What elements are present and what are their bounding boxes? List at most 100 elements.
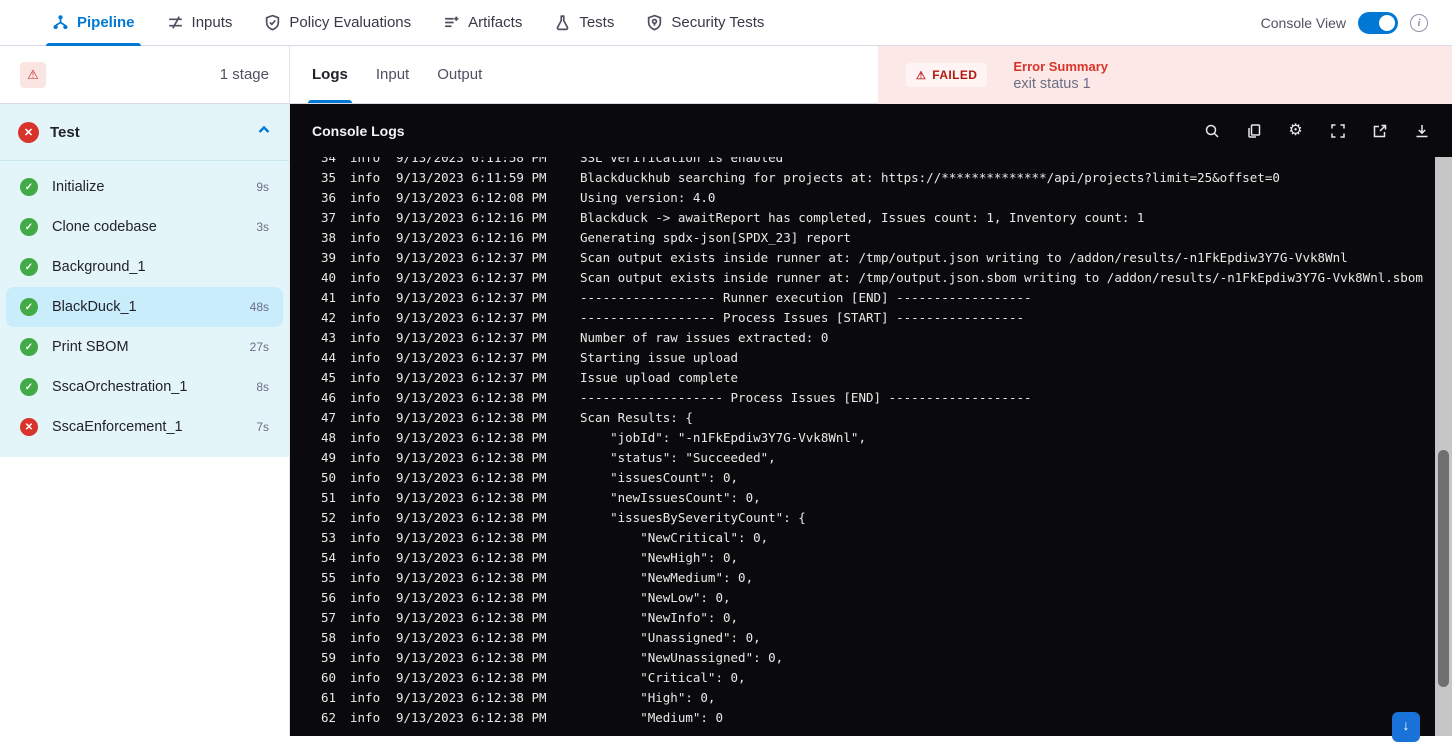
console-title: Console Logs [312,123,405,139]
log-line: 49 info 9/13/2023 6:12:38 PM "status": "… [290,447,1435,467]
step-status-icon [20,258,38,276]
log-line: 58 info 9/13/2023 6:12:38 PM "Unassigned… [290,627,1435,647]
log-timestamp: 9/13/2023 6:12:38 PM [396,530,556,545]
step-status-icon [20,338,38,356]
log-line: 37 info 9/13/2023 6:12:16 PM Blackduck -… [290,207,1435,227]
log-message: "NewUnassigned": 0, [580,650,783,665]
fullscreen-icon[interactable] [1329,122,1346,139]
log-line: 48 info 9/13/2023 6:12:38 PM "jobId": "-… [290,427,1435,447]
stage-name: Test [50,124,80,141]
step-row[interactable]: Initialize 9s [6,167,283,207]
log-line: 56 info 9/13/2023 6:12:38 PM "NewLow": 0… [290,587,1435,607]
log-level: info [350,230,380,245]
tab-policy-evaluations[interactable]: Policy Evaluations [264,0,411,46]
stage-count: 1 stage [220,66,269,83]
step-name: Clone codebase [52,219,157,235]
console-scrollbar[interactable] [1435,157,1452,736]
log-line: 59 info 9/13/2023 6:12:38 PM "NewUnassig… [290,647,1435,667]
warning-triangle-icon: ⚠ [916,69,926,82]
stage-summary-bar: ⚠ 1 stage [0,46,289,104]
log-level: info [350,490,380,505]
log-line: 55 info 9/13/2023 6:12:38 PM "NewMedium"… [290,567,1435,587]
step-name: BlackDuck_1 [52,299,137,315]
log-timestamp: 9/13/2023 6:12:38 PM [396,490,556,505]
log-level: info [350,210,380,225]
log-line-number: 52 [290,510,336,525]
log-timestamp: 9/13/2023 6:12:38 PM [396,690,556,705]
log-list: 34 info 9/13/2023 6:11:58 PM SSL verific… [290,157,1435,727]
log-line-number: 61 [290,690,336,705]
tab-inputs[interactable]: Inputs [167,0,233,46]
log-message: "Medium": 0 [580,710,723,725]
log-line: 38 info 9/13/2023 6:12:16 PM Generating … [290,227,1435,247]
log-line-number: 46 [290,390,336,405]
log-timestamp: 9/13/2023 6:12:38 PM [396,430,556,445]
log-line-number: 49 [290,450,336,465]
chevron-up-icon[interactable] [257,123,271,142]
step-row[interactable]: Background_1 [6,247,283,287]
log-message: Scan output exists inside runner at: /tm… [580,270,1423,285]
console-view-label: Console View [1261,15,1346,31]
log-line-number: 50 [290,470,336,485]
open-in-new-icon[interactable] [1371,122,1388,139]
steps-list: Initialize 9s Clone codebase 3s Backgrou… [0,167,289,447]
tab-artifacts[interactable]: Artifacts [443,0,522,46]
log-line-number: 48 [290,430,336,445]
log-line-number: 40 [290,270,336,285]
log-level: info [350,510,380,525]
log-timestamp: 9/13/2023 6:12:37 PM [396,270,556,285]
log-level: info [350,470,380,485]
log-timestamp: 9/13/2023 6:12:37 PM [396,370,556,385]
tab-tests[interactable]: Tests [554,0,614,46]
tab-input[interactable]: Input [376,45,409,103]
info-icon[interactable]: i [1410,14,1428,32]
settings-icon[interactable]: ⚙ [1287,122,1304,139]
step-row[interactable]: Print SBOM 27s [6,327,283,367]
log-timestamp: 9/13/2023 6:12:38 PM [396,390,556,405]
failed-badge: ⚠ FAILED [906,63,987,87]
log-timestamp: 9/13/2023 6:12:38 PM [396,510,556,525]
failed-badge-label: FAILED [932,68,977,82]
log-line: 46 info 9/13/2023 6:12:38 PM -----------… [290,387,1435,407]
scroll-to-bottom-button[interactable]: ↓ [1392,712,1420,742]
log-message: "Unassigned": 0, [580,630,761,645]
download-icon[interactable] [1413,122,1430,139]
tab-logs[interactable]: Logs [312,45,348,103]
step-row[interactable]: SscaOrchestration_1 8s [6,367,283,407]
log-timestamp: 9/13/2023 6:12:38 PM [396,550,556,565]
log-timestamp: 9/13/2023 6:12:38 PM [396,710,556,725]
log-line: 60 info 9/13/2023 6:12:38 PM "Critical":… [290,667,1435,687]
step-row[interactable]: SscaEnforcement_1 7s [6,407,283,447]
log-line-number: 47 [290,410,336,425]
log-level: info [350,530,380,545]
step-row[interactable]: BlackDuck_1 48s [6,287,283,327]
log-message: "Critical": 0, [580,670,746,685]
tab-policy-evaluations-label: Policy Evaluations [289,14,411,31]
tab-security-tests[interactable]: Security Tests [646,0,764,46]
stage-section: ✕ Test Initialize 9s Clone codebase 3s [0,104,289,457]
log-message: "NewLow": 0, [580,590,731,605]
log-line: 42 info 9/13/2023 6:12:37 PM -----------… [290,307,1435,327]
log-level: info [350,270,380,285]
copy-icon[interactable] [1245,122,1262,139]
log-message: Issue upload complete [580,370,738,385]
step-row[interactable]: Clone codebase 3s [6,207,283,247]
log-level: info [350,410,380,425]
log-message: Scan Results: { [580,410,693,425]
top-nav: Pipeline Inputs Policy Evaluations Artif… [0,0,1452,46]
log-level: info [350,450,380,465]
stage-row-test[interactable]: ✕ Test [0,104,289,160]
log-line: 45 info 9/13/2023 6:12:37 PM Issue uploa… [290,367,1435,387]
step-status-icon [20,378,38,396]
log-line-number: 57 [290,610,336,625]
tab-output[interactable]: Output [437,45,482,103]
log-level: info [350,550,380,565]
tab-pipeline[interactable]: Pipeline [52,0,135,46]
step-duration: 9s [256,180,269,194]
console-view-toggle[interactable] [1358,12,1398,34]
log-message: "NewCritical": 0, [580,530,768,545]
log-timestamp: 9/13/2023 6:12:38 PM [396,630,556,645]
scrollbar-thumb[interactable] [1438,450,1449,687]
search-icon[interactable] [1203,122,1220,139]
step-status-icon [20,298,38,316]
